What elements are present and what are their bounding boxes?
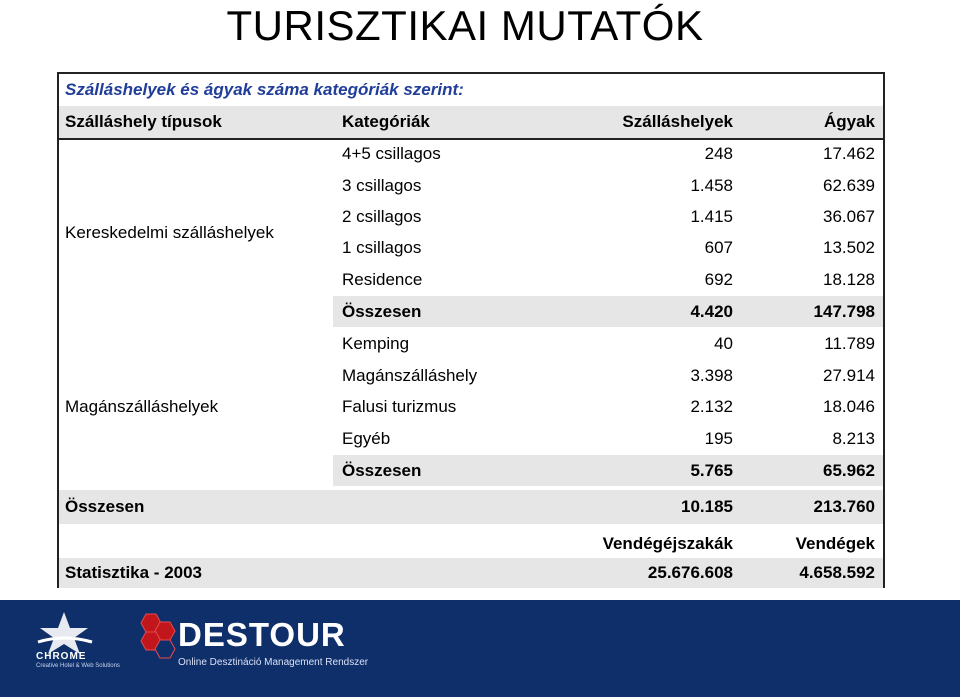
category-cell: Egyéb: [342, 429, 391, 448]
beds-cell: 18.128: [823, 270, 875, 289]
table-row: Egyéb 195 8.213: [59, 423, 883, 455]
destour-hex-icon: [140, 613, 176, 659]
places-cell: 607: [704, 238, 733, 257]
table-row: Residence 692 18.128: [59, 264, 883, 296]
stats-value: 25.676.608: [647, 563, 733, 582]
table-row: Kemping 40 11.789: [59, 328, 883, 360]
places-cell: 1.458: [690, 176, 733, 195]
beds-cell: 8.213: [832, 429, 875, 448]
beds-cell: 17.462: [823, 144, 875, 163]
stats-header: Vendégek: [795, 534, 875, 553]
table-row: 2 csillagos 1.415 36.067: [59, 201, 883, 233]
stats-header: Vendégéjszakák: [602, 534, 733, 553]
places-cell: 1.415: [690, 207, 733, 226]
table-row: 3 csillagos 1.458 62.639: [59, 170, 883, 202]
category-cell: Falusi turizmus: [342, 397, 457, 416]
stats-row: Statisztika - 2003 25.676.608 4.658.592: [59, 558, 883, 588]
places-cell: 3.398: [690, 366, 733, 385]
category-cell: 3 csillagos: [342, 176, 422, 195]
beds-cell: 18.046: [823, 397, 875, 416]
column-header: Ágyak: [823, 112, 875, 131]
grand-total-places: 10.185: [681, 497, 733, 516]
category-cell: 4+5 csillagos: [342, 144, 441, 163]
subtotal-row: Összesen 5.765 65.962: [59, 455, 883, 487]
destour-logo-text: DESTOUR: [178, 616, 346, 653]
stats-label: Statisztika - 2003: [65, 563, 203, 582]
table-row: Falusi turizmus 2.132 18.046: [59, 391, 883, 423]
chrome-logo-text: CHROME: [36, 651, 87, 662]
category-cell: Residence: [342, 270, 423, 289]
grand-total-label: Összesen: [65, 497, 145, 516]
subtotal-label: Összesen: [342, 302, 422, 321]
page-title: TURISZTIKAI MUTATÓK: [226, 2, 704, 49]
subtotal-beds: 147.798: [813, 302, 875, 321]
chrome-logo-subtext: Creative Hotel & Web Solutions: [36, 663, 120, 669]
category-cell: 1 csillagos: [342, 238, 422, 257]
column-header: Szálláshelyek: [622, 112, 733, 131]
stats-value: 4.658.592: [799, 563, 875, 582]
table-heading: Szálláshelyek és ágyak száma kategóriák …: [65, 80, 464, 99]
table-row: Magánszálláshely 3.398 27.914: [59, 360, 883, 392]
subtotal-places: 4.420: [690, 302, 733, 321]
places-cell: 2.132: [690, 397, 733, 416]
column-header-row: Szálláshely típusok Kategóriák Szálláshe…: [59, 106, 883, 140]
table-row: 4+5 csillagos 248 17.462: [59, 138, 883, 170]
grand-total-beds: 213.760: [813, 497, 875, 516]
category-cell: 2 csillagos: [342, 207, 422, 226]
subtotal-places: 5.765: [690, 461, 733, 480]
category-cell: Magánszálláshely: [342, 366, 478, 385]
places-cell: 40: [714, 334, 733, 353]
column-header: Kategóriák: [342, 112, 430, 131]
stats-header-row: Vendégéjszakák Vendégek: [59, 528, 883, 560]
places-cell: 195: [704, 429, 733, 448]
destour-logo-subtext: Online Desztináció Management Rendszer: [178, 657, 369, 668]
table-heading-row: Szálláshelyek és ágyak száma kategóriák …: [59, 74, 883, 108]
category-cell: Kemping: [342, 334, 410, 353]
beds-cell: 13.502: [823, 238, 875, 257]
beds-cell: 11.789: [824, 334, 875, 353]
subtotal-beds: 65.962: [823, 461, 875, 480]
column-header: Szálláshely típusok: [65, 112, 222, 131]
beds-cell: 36.067: [823, 207, 875, 226]
table-row: 1 csillagos 607 13.502: [59, 232, 883, 264]
places-cell: 248: [704, 144, 733, 163]
beds-cell: 62.639: [823, 176, 875, 195]
beds-cell: 27.914: [823, 366, 875, 385]
places-cell: 692: [704, 270, 733, 289]
subtotal-row: Összesen 4.420 147.798: [59, 296, 883, 328]
subtotal-label: Összesen: [342, 461, 422, 480]
grand-total-row: Összesen 10.185 213.760: [59, 490, 883, 524]
